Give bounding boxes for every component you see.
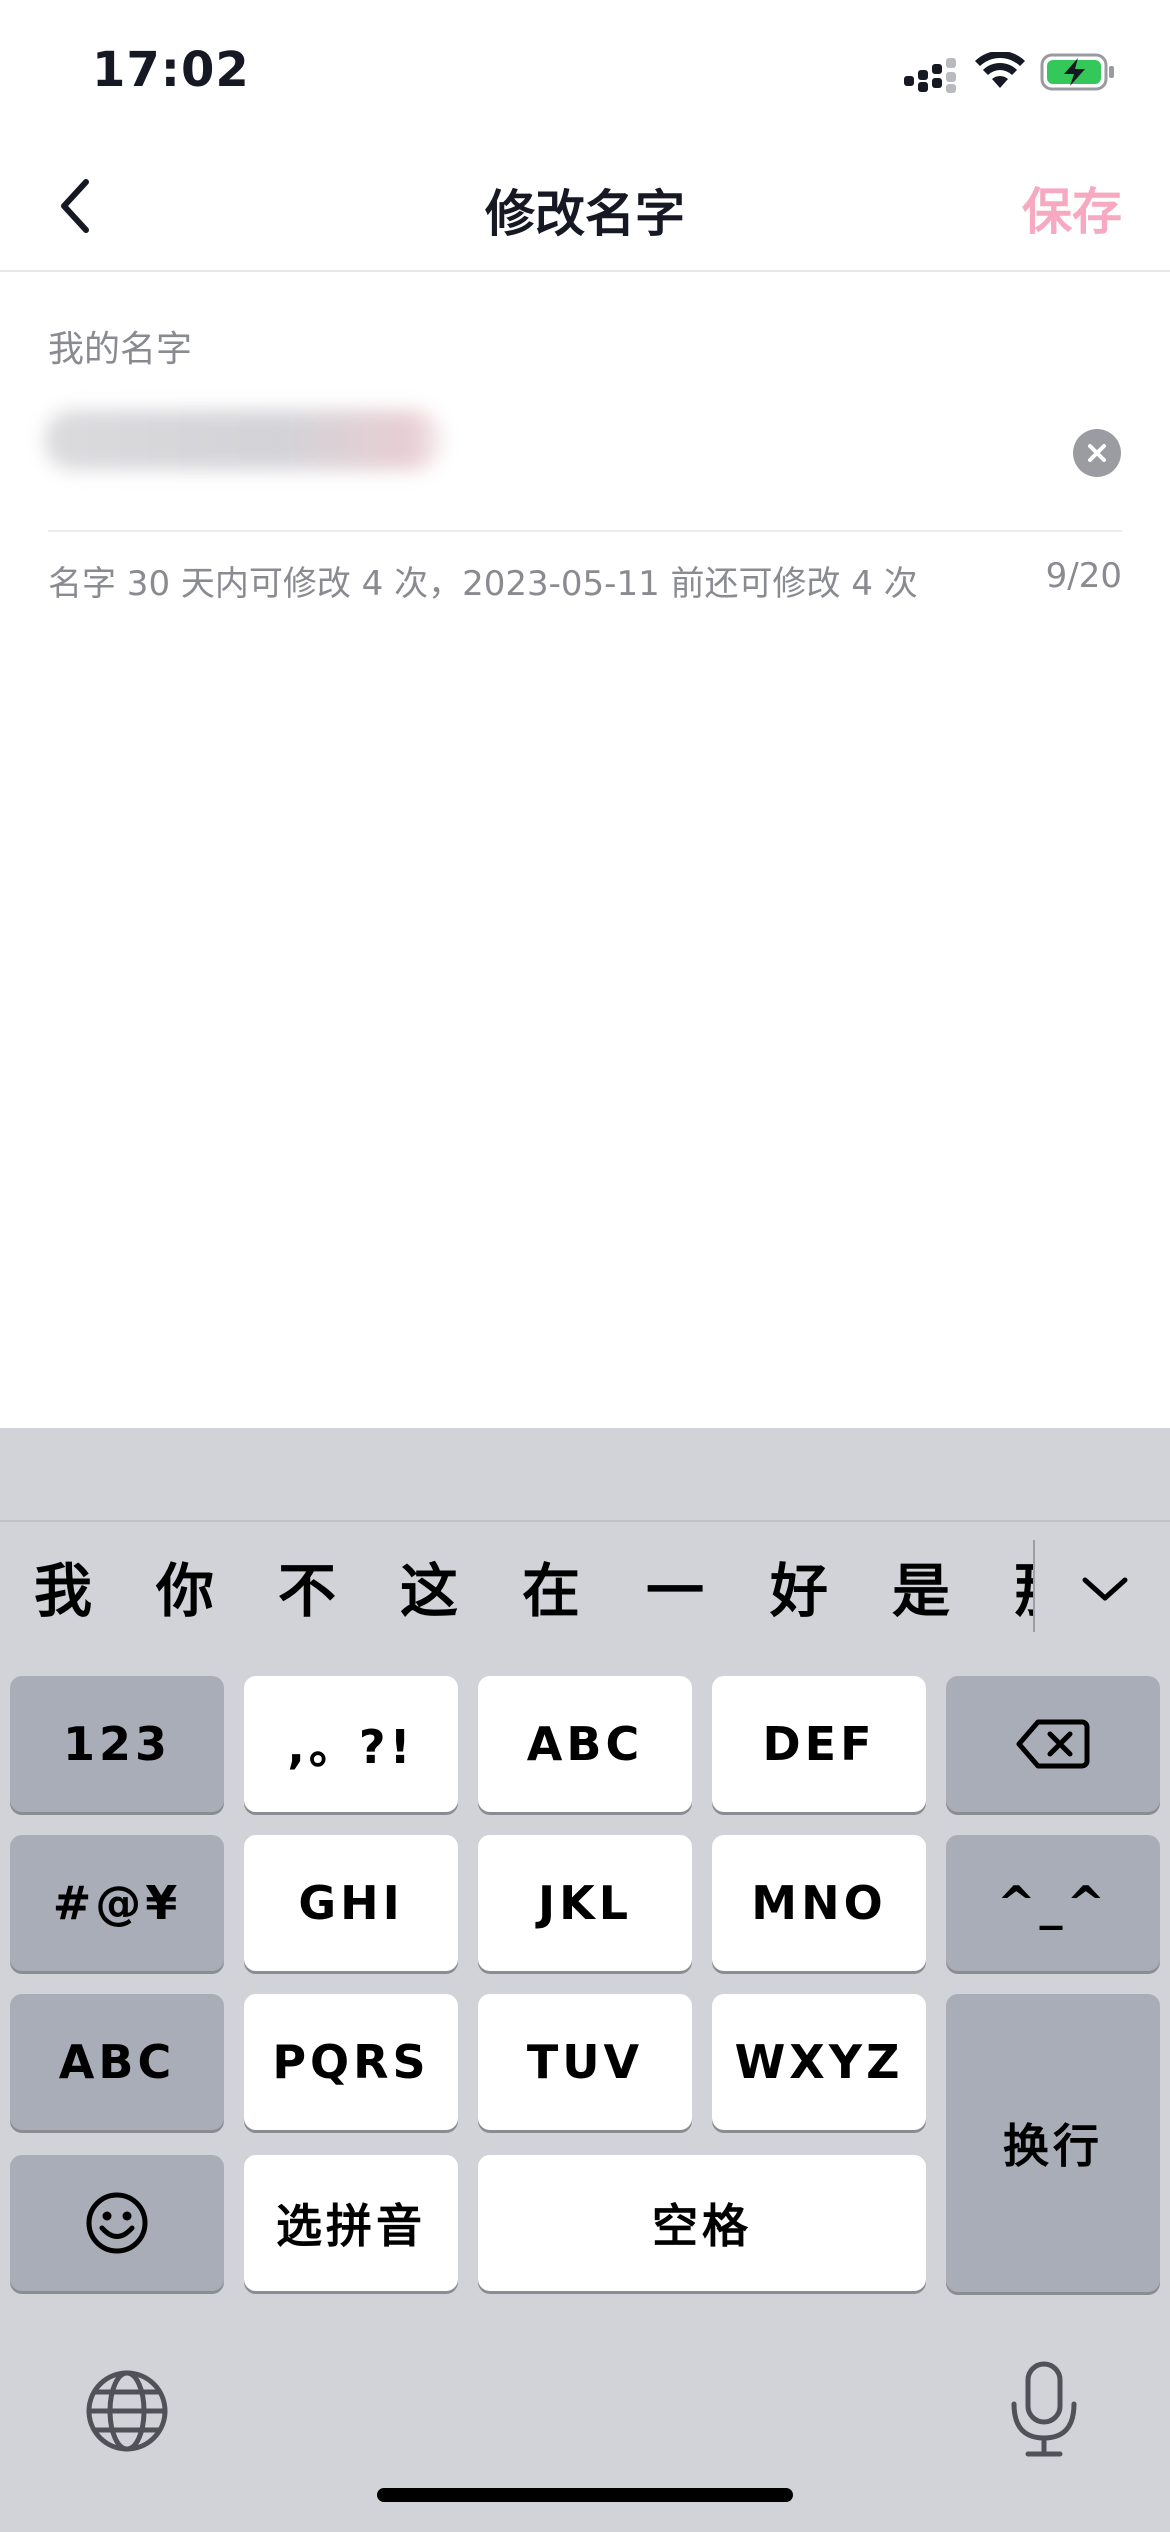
chevron-down-icon <box>1082 1577 1128 1601</box>
candidate-word[interactable]: 一 <box>646 1544 704 1628</box>
candidate-word[interactable]: 在 <box>522 1544 580 1628</box>
key-tuv[interactable]: TUV <box>478 1994 692 2130</box>
save-button[interactable]: 保存 <box>1022 172 1122 244</box>
key-mno[interactable]: MNO <box>712 1835 926 1971</box>
name-change-hint: 名字 30 天内可修改 4 次，2023-05-11 前还可修改 4 次 <box>48 564 918 604</box>
key-punctuation[interactable]: ,。?! <box>244 1676 458 1812</box>
key-select-pinyin[interactable]: 选拼音 <box>244 2155 458 2291</box>
nav-bar: 修改名字 保存 <box>0 140 1170 272</box>
candidate-word[interactable]: 好 <box>770 1544 828 1628</box>
character-count: 9/20 <box>1045 556 1122 596</box>
key-abc-mode[interactable]: ABC <box>10 1994 224 2130</box>
clear-input-button[interactable] <box>1073 429 1121 477</box>
keyboard: 我 你 不 这 在 一 好 是 那 <box>0 1428 1170 2532</box>
space-key[interactable]: 空格 <box>478 2155 926 2291</box>
candidate-word[interactable]: 是 <box>892 1544 950 1628</box>
battery-charging-icon <box>1040 53 1114 91</box>
globe-icon[interactable] <box>82 2366 172 2456</box>
return-key[interactable]: 换行 <box>946 1994 1160 2292</box>
key-wxyz[interactable]: WXYZ <box>712 1994 926 2130</box>
home-indicator <box>377 2488 793 2502</box>
key-123[interactable]: 123 <box>10 1676 224 1812</box>
candidate-word[interactable]: 你 <box>156 1544 214 1628</box>
wifi-icon <box>975 52 1025 88</box>
name-input[interactable] <box>44 410 444 470</box>
keyboard-toolbar <box>0 1428 1170 1522</box>
name-field-label: 我的名字 <box>48 329 193 370</box>
candidate-word[interactable]: 这 <box>400 1544 458 1628</box>
backspace-key[interactable] <box>946 1676 1160 1812</box>
key-jkl[interactable]: JKL <box>478 1835 692 1971</box>
page-title: 修改名字 <box>485 185 685 243</box>
cellular-signal-icon <box>904 58 956 93</box>
key-abc[interactable]: ABC <box>478 1676 692 1812</box>
close-icon <box>1088 444 1106 462</box>
key-def[interactable]: DEF <box>712 1676 926 1812</box>
candidate-word[interactable]: 那 <box>1014 1544 1034 1628</box>
candidate-word[interactable]: 我 <box>34 1544 92 1628</box>
emoji-icon <box>86 2192 148 2254</box>
emoji-key[interactable] <box>10 2155 224 2291</box>
candidate-overflow-clip: 那 <box>1014 1522 1034 1634</box>
key-pqrs[interactable]: PQRS <box>244 1994 458 2130</box>
key-kaomoji[interactable]: ^_^ <box>946 1835 1160 1971</box>
status-time: 17:02 <box>92 42 250 98</box>
status-bar: 17:02 <box>0 0 1170 140</box>
key-symbols[interactable]: #@¥ <box>10 1835 224 1971</box>
candidate-divider <box>1033 1540 1035 1632</box>
key-ghi[interactable]: GHI <box>244 1835 458 1971</box>
expand-candidates-button[interactable] <box>1070 1560 1140 1620</box>
input-divider <box>48 530 1122 532</box>
microphone-icon[interactable] <box>1004 2360 1084 2460</box>
backspace-icon <box>1016 1719 1090 1769</box>
candidate-word[interactable]: 不 <box>278 1544 336 1628</box>
candidate-bar: 我 你 不 这 在 一 好 是 那 <box>0 1522 1170 1634</box>
